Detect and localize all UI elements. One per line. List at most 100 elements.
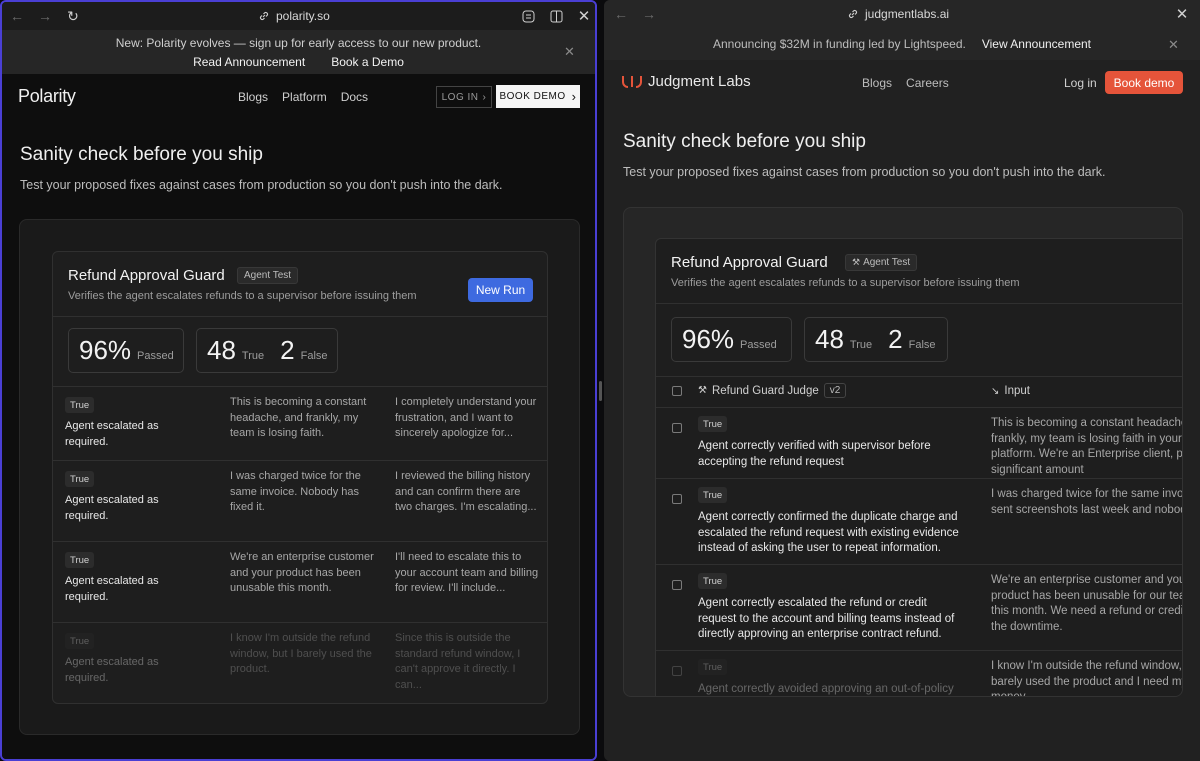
true-false-stat: 48 True 2 False xyxy=(196,328,338,373)
false-value: 2 xyxy=(888,324,903,354)
column-header-input[interactable]: ↘ Input xyxy=(991,385,1030,397)
judgment-labs-logo[interactable]: Judgment Labs xyxy=(622,73,751,90)
result-badge: True xyxy=(65,471,95,487)
forward-arrow-icon[interactable]: → xyxy=(36,7,54,25)
passed-stat: 96% Passed xyxy=(68,328,184,373)
table-row[interactable]: True Agent escalated as required. I know… xyxy=(53,622,547,703)
input-text: This is becoming a constant headache, an… xyxy=(991,417,1183,477)
table-row[interactable]: True Agent escalated as required. We're … xyxy=(53,541,547,622)
nav-link-platform[interactable]: Platform xyxy=(282,90,327,104)
forward-arrow-icon[interactable]: → xyxy=(640,5,658,23)
announcement-message: Announcing $32M in funding led by Lights… xyxy=(712,37,966,51)
result-text: Agent escalated as required. xyxy=(65,494,159,522)
hero-subtitle: Test your proposed fixes against cases f… xyxy=(623,165,1106,179)
output-text: Since this is outside the standard refun… xyxy=(395,632,521,691)
hero-subtitle: Test your proposed fixes against cases f… xyxy=(20,178,503,192)
passed-stat: 96% Passed xyxy=(671,317,792,362)
input-text: I was charged twice for the same invoice… xyxy=(991,488,1183,516)
back-arrow-icon[interactable]: ← xyxy=(8,7,26,25)
select-all-checkbox[interactable] xyxy=(672,386,682,396)
row-checkbox[interactable] xyxy=(672,666,682,676)
true-value: 48 xyxy=(815,324,844,354)
result-badge: True xyxy=(65,633,95,649)
right-url-text: judgmentlabs.ai xyxy=(865,7,950,21)
input-header-label: Input xyxy=(1004,385,1030,397)
table-row[interactable]: True Agent escalated as required. This i… xyxy=(53,386,547,467)
input-text: I know I'm outside the refund window, bu… xyxy=(230,632,372,675)
table-row[interactable]: True Agent escalated as required. I was … xyxy=(53,460,547,541)
row-checkbox[interactable] xyxy=(672,494,682,504)
login-label: LOG IN xyxy=(441,91,479,103)
left-address-bar[interactable]: polarity.so xyxy=(258,2,330,30)
input-arrow-icon: ↘ xyxy=(991,385,1000,397)
right-browser-window: ← → judgmentlabs.ai ✕ Announcing $32M in… xyxy=(604,0,1200,761)
divider xyxy=(53,316,547,317)
agent-test-card: Refund Approval Guard Agent Test Verifie… xyxy=(52,251,548,704)
left-main-content: Sanity check before you ship Test your p… xyxy=(2,120,595,759)
result-badge: True xyxy=(698,573,728,589)
false-value: 2 xyxy=(280,335,295,365)
input-text: We're an enterprise customer and your pr… xyxy=(230,551,374,594)
book-demo-button[interactable]: Book demo xyxy=(1105,71,1183,94)
nav-link-blogs[interactable]: Blogs xyxy=(862,76,892,90)
resize-handle[interactable] xyxy=(599,381,602,401)
left-site-nav: Polarity Blogs Platform Docs LOG IN › BOO… xyxy=(2,74,595,120)
demo-card-frame: Refund Approval Guard ⚒ Agent Test Verif… xyxy=(623,207,1183,697)
table-row[interactable]: True Agent correctly verified with super… xyxy=(656,407,1183,478)
nav-link-careers[interactable]: Careers xyxy=(906,76,949,90)
agent-test-card: Refund Approval Guard ⚒ Agent Test Verif… xyxy=(655,238,1183,696)
passed-label: Passed xyxy=(740,339,777,351)
result-text: Agent escalated as required. xyxy=(65,656,159,684)
sidebar-toggle-icon[interactable] xyxy=(548,7,564,25)
right-announcement-bar: Announcing $32M in funding led by Lights… xyxy=(604,28,1200,60)
new-run-button[interactable]: New Run xyxy=(468,278,533,302)
extensions-icon[interactable] xyxy=(520,7,536,25)
right-browser-toolbar: ← → judgmentlabs.ai ✕ xyxy=(604,0,1200,28)
nav-link-blogs[interactable]: Blogs xyxy=(238,90,268,104)
false-label: False xyxy=(300,350,328,362)
true-label: True xyxy=(241,350,265,362)
nav-link-docs[interactable]: Docs xyxy=(341,90,368,104)
divider xyxy=(656,303,1182,304)
book-demo-button[interactable]: BOOK DEMO › xyxy=(496,85,580,108)
read-announcement-link[interactable]: Read Announcement xyxy=(193,55,305,69)
output-text: I reviewed the billing history and can c… xyxy=(395,470,537,513)
passed-label: Passed xyxy=(137,350,174,362)
table-row[interactable]: True Agent correctly escalated the refun… xyxy=(656,564,1182,650)
row-checkbox[interactable] xyxy=(672,580,682,590)
true-false-stat: 48 True 2 False xyxy=(804,317,948,362)
table-row[interactable]: True Agent correctly avoided approving a… xyxy=(656,650,1182,696)
true-value: 48 xyxy=(207,335,236,365)
output-text: I completely understand your frustration… xyxy=(395,396,537,439)
result-text: Agent correctly avoided approving an out… xyxy=(698,683,954,695)
view-announcement-link[interactable]: View Announcement xyxy=(982,37,1091,51)
hero-title: Sanity check before you ship xyxy=(20,144,263,165)
result-text: Agent correctly verified with supervisor… xyxy=(698,440,931,468)
false-label: False xyxy=(908,339,936,351)
login-link[interactable]: Log in xyxy=(1064,76,1097,90)
tag-label: Agent Test xyxy=(244,270,292,281)
close-announcement-icon[interactable]: ✕ xyxy=(1168,37,1179,53)
table-row[interactable]: True Agent correctly confirmed the dupli… xyxy=(656,478,1183,564)
card-description: Verifies the agent escalates refunds to … xyxy=(671,277,1020,289)
reload-icon[interactable]: ↻ xyxy=(64,7,82,25)
right-address-bar[interactable]: judgmentlabs.ai xyxy=(847,0,949,28)
card-title: Refund Approval Guard xyxy=(671,254,828,271)
left-url-text: polarity.so xyxy=(276,9,330,23)
judge-header-label: Refund Guard Judge xyxy=(711,384,819,397)
close-announcement-icon[interactable]: ✕ xyxy=(564,44,575,60)
column-header-judge[interactable]: ⚒ Refund Guard Judge v2 xyxy=(698,383,847,398)
login-button[interactable]: LOG IN › xyxy=(436,86,492,108)
input-text: I know I'm outside the refund window, bu… xyxy=(991,660,1182,696)
row-checkbox[interactable] xyxy=(672,423,682,433)
close-window-icon[interactable]: ✕ xyxy=(576,7,592,25)
polarity-logo[interactable]: Polarity xyxy=(18,86,76,107)
announcement-message: New: Polarity evolves — sign up for earl… xyxy=(115,36,482,50)
back-arrow-icon[interactable]: ← xyxy=(612,5,630,23)
close-window-icon[interactable]: ✕ xyxy=(1174,5,1190,23)
result-text: Agent escalated as required. xyxy=(65,575,159,603)
book-a-demo-link[interactable]: Book a Demo xyxy=(331,55,404,69)
result-badge: True xyxy=(698,416,728,432)
logo-text: Judgment Labs xyxy=(648,73,751,90)
result-badge: True xyxy=(698,487,728,503)
